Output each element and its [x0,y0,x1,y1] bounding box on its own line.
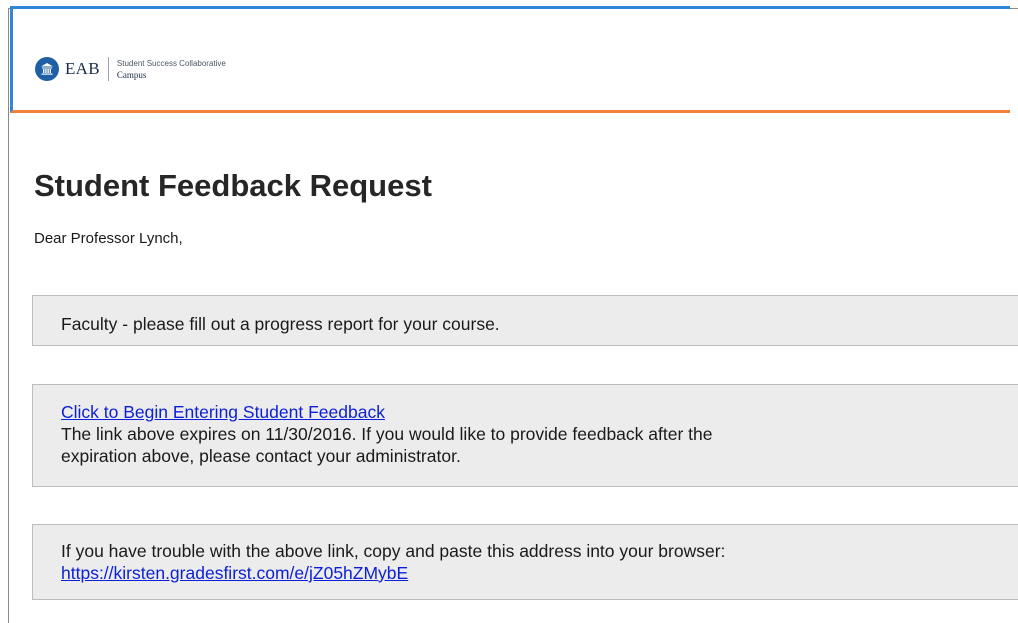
fallback-box: If you have trouble with the above link,… [32,524,1018,600]
logo-subtitle: Student Success Collaborative Campus [117,59,226,80]
expiry-text-line-2: expiration above, please contact your ad… [61,446,461,466]
eab-building-icon [35,57,59,81]
fallback-text: If you have trouble with the above link,… [61,541,726,561]
eab-logo: EAB Student Success Collaborative Campus [35,54,226,84]
feedback-box: Click to Begin Entering Student Feedback… [32,384,1018,487]
notice-text: Faculty - please fill out a progress rep… [61,314,500,334]
greeting: Dear Professor Lynch, [34,230,183,247]
expiry-text-line-1: The link above expires on 11/30/2016. If… [61,424,713,444]
logo-subtitle-line-2: Campus [116,69,147,80]
logo-subtitle-line-1: Student Success Collaborative [116,58,226,68]
logo-divider [107,57,109,81]
notice-box: Faculty - please fill out a progress rep… [32,295,1018,346]
fallback-url-link[interactable]: https://kirsten.gradesfirst.com/e/jZ05hZ… [61,562,1018,584]
begin-feedback-link[interactable]: Click to Begin Entering Student Feedback [61,401,1018,423]
logo-text: EAB [65,59,100,78]
page-title: Student Feedback Request [34,168,432,203]
email-header: EAB Student Success Collaborative Campus [10,6,1010,113]
